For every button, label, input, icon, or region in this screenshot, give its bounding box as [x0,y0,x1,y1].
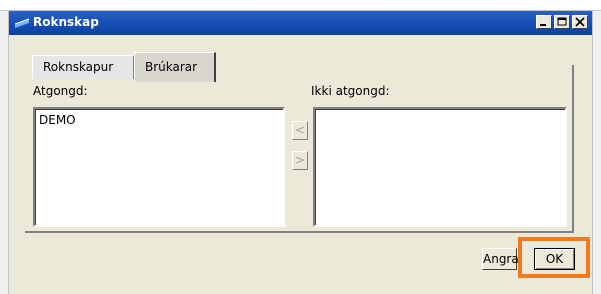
cancel-button[interactable]: Angra [482,248,519,270]
tab-roknskapur[interactable]: Roknskapur [32,55,134,79]
access-listbox[interactable]: DEMO [33,107,285,227]
list-item[interactable]: DEMO [39,113,76,127]
access-list-label: Atgongd: [33,84,88,98]
chevron-right-icon: > [294,153,306,167]
minimize-button[interactable] [536,15,552,29]
minimize-icon [540,24,546,26]
app-icon [14,18,30,28]
tab-label: Roknskapur [43,60,114,74]
title-bar[interactable]: Rokn­skap [9,11,592,35]
tab-label: Brúkarar [145,60,198,74]
move-left-button[interactable]: < [292,121,308,140]
move-right-button[interactable]: > [292,151,308,170]
chevron-left-icon: < [294,123,306,137]
close-button[interactable] [572,15,588,29]
maximize-button[interactable] [554,15,570,29]
tab-brukarar[interactable]: Brúkarar [134,52,216,82]
window-title: Rokn­skap [33,15,99,29]
maximize-icon [557,17,567,26]
no-access-list-label: Ikki atgongd: [311,84,390,98]
close-icon [575,17,585,27]
ok-button[interactable]: OK [534,248,575,270]
no-access-listbox[interactable] [313,107,567,227]
